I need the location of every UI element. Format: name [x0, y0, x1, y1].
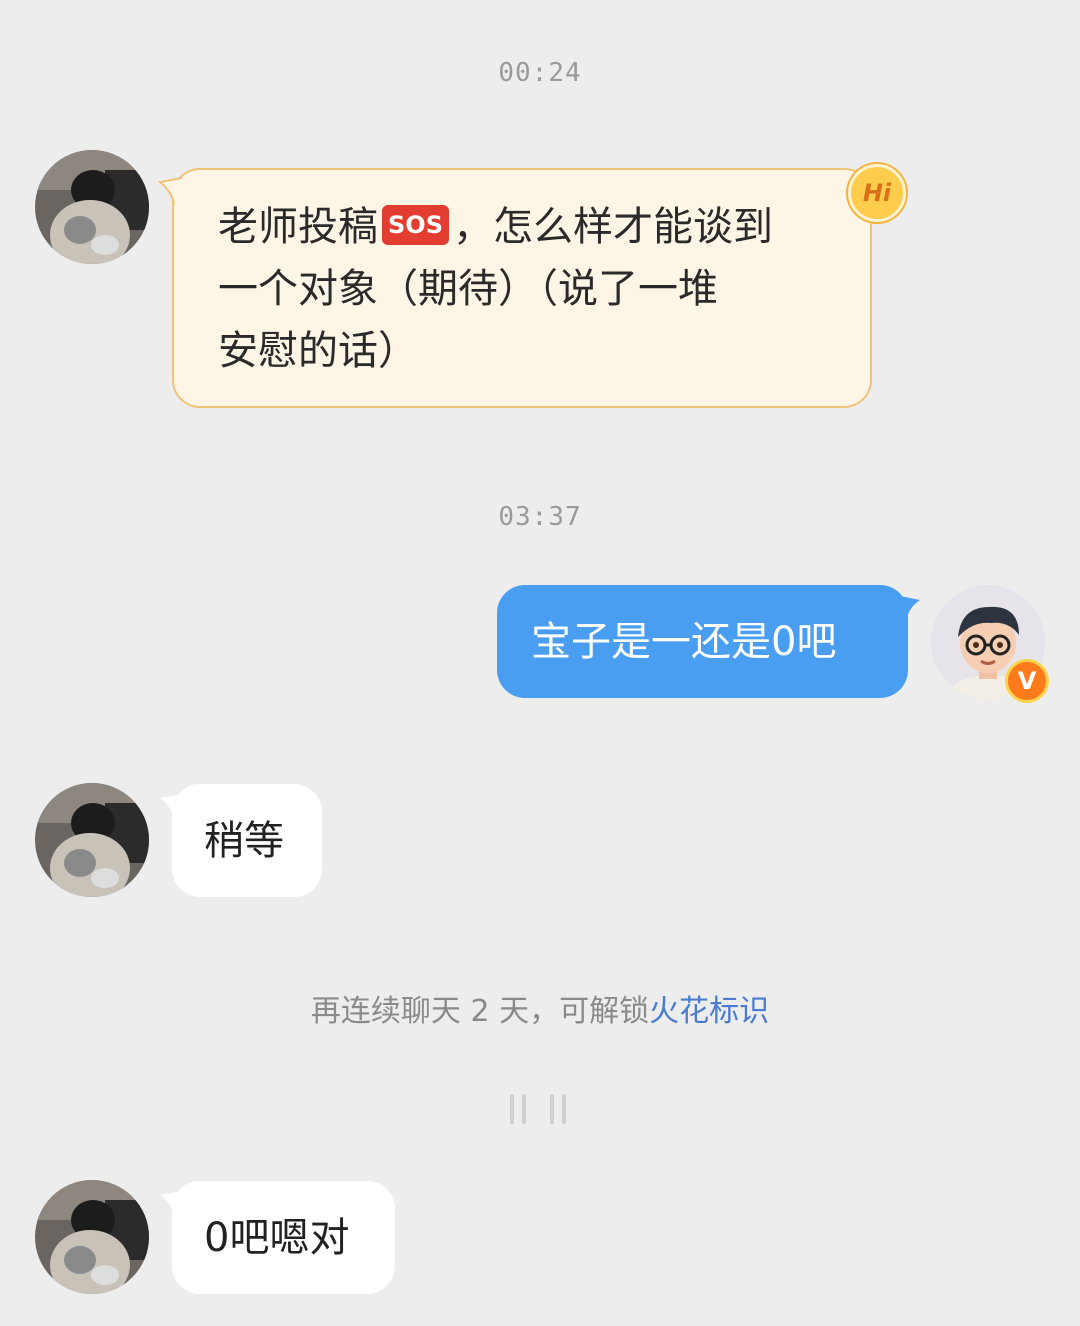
message-line: 一个对象（期待）（说了一堆 — [218, 266, 718, 312]
hi-badge-icon: Hi — [848, 164, 906, 222]
message-text: 0吧嗯对 — [204, 1214, 350, 1261]
sos-emoji-icon: SOS — [382, 205, 449, 245]
bubble-tail-icon — [158, 177, 182, 205]
message-text: ，怎么样才能谈到 — [452, 204, 773, 250]
spark-unlock-notice: 再连续聊天 2 天，可解锁火花标识 — [0, 986, 1080, 1030]
timestamp: 03:37 — [498, 502, 582, 532]
typing-indicator-icon — [508, 1094, 572, 1124]
contact-avatar[interactable] — [35, 150, 149, 264]
message-bubble-incoming[interactable]: 0吧嗯对 — [172, 1181, 395, 1294]
bubble-tail-icon — [160, 794, 182, 820]
message-text: 老师投稿 — [218, 204, 378, 250]
spark-badge-link[interactable]: 火花标识 — [649, 994, 769, 1029]
notice-text: 再连续聊天 2 天，可解锁 — [310, 994, 650, 1029]
verified-badge-icon: V — [1005, 659, 1049, 703]
message-bubble-incoming[interactable]: 稍等 — [172, 784, 322, 897]
avatar-photo-icon — [35, 1180, 149, 1294]
chat-view: 00:24 老师投稿 SOS ，怎么样才能谈到 一个对象（期待）（说了一堆 安慰的话… — [0, 0, 1080, 1326]
timestamp: 00:24 — [498, 58, 582, 88]
message-bubble-incoming[interactable]: 老师投稿 SOS ，怎么样才能谈到 一个对象（期待）（说了一堆 安慰的话） — [172, 168, 872, 408]
message-bubble-outgoing[interactable]: 宝子是一还是0吧 — [497, 585, 908, 698]
bubble-tail-icon — [900, 596, 920, 622]
message-line: 安慰的话） — [218, 328, 418, 374]
avatar-photo-icon — [35, 783, 149, 897]
message-line: 老师投稿 SOS ，怎么样才能谈到 — [218, 196, 840, 258]
contact-avatar[interactable] — [35, 1180, 149, 1294]
message-text: 宝子是一还是0吧 — [531, 618, 837, 665]
avatar-photo-icon — [35, 150, 149, 264]
bubble-tail-icon — [160, 1191, 182, 1217]
contact-avatar[interactable] — [35, 783, 149, 897]
message-text: 稍等 — [204, 817, 284, 864]
